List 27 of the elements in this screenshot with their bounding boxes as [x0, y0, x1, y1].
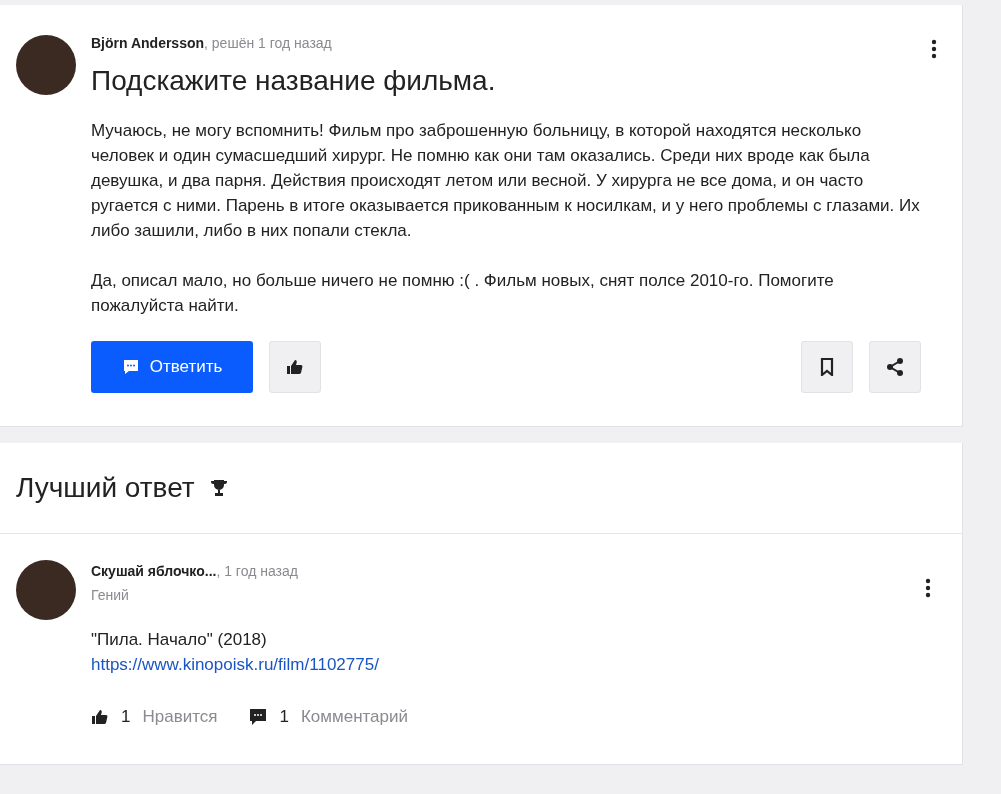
- solved-time: , решён 1 год назад: [204, 35, 332, 51]
- avatar-photo-placeholder: [16, 35, 76, 95]
- answer-text: "Пила. Начало" (2018): [91, 629, 268, 651]
- like-count: 1: [121, 707, 131, 727]
- comment-count: 1: [279, 707, 289, 727]
- avatar-photo-placeholder: [16, 560, 76, 620]
- share-button[interactable]: [869, 341, 921, 393]
- share-icon: [885, 357, 905, 377]
- film-link[interactable]: https://www.kinopoisk.ru/film/1102775/: [91, 652, 379, 677]
- question-text: Мучаюсь, не могу вспомнить! Фильм про заброшенную больницу, в которой находятся несколько человек и один сумасшедший хирург. Не помню как они там оказались. Среди них вроде как была девушка, и два парня. Действия происходят летом или весной. У хирурга не все дома, и он часто ругается с ними. Парень в итоге оказывается прикованным к носилкам, и у него проблемы с глазами. Их либо зашили, либо в них попали стекла.: [91, 120, 921, 242]
- trophy-icon: [208, 478, 229, 498]
- question-text: Да, описал мало, но больше ничего не помню :( . Фильм новых, снят полсе 2010-го. Помогите пожалуйста найти.: [91, 270, 835, 317]
- bookmark-icon: [819, 358, 835, 376]
- thumbs-up-icon: [286, 358, 304, 376]
- user-rank: Гений: [91, 586, 130, 605]
- section-heading: Лучший ответ: [16, 472, 195, 504]
- answer-time: , 1 год назад: [216, 563, 298, 579]
- reply-button[interactable]: Ответить: [91, 341, 253, 393]
- like-button[interactable]: [269, 341, 321, 393]
- chat-icon: [121, 358, 140, 376]
- comment-label[interactable]: Комментарий: [300, 707, 409, 727]
- bookmark-button[interactable]: [801, 341, 853, 393]
- more-menu-icon[interactable]: [925, 578, 931, 598]
- question-title: Подскажите название фильма.: [91, 64, 497, 98]
- comment-icon[interactable]: [249, 708, 268, 726]
- more-menu-icon[interactable]: [931, 39, 937, 59]
- thumbs-up-icon[interactable]: [91, 708, 109, 726]
